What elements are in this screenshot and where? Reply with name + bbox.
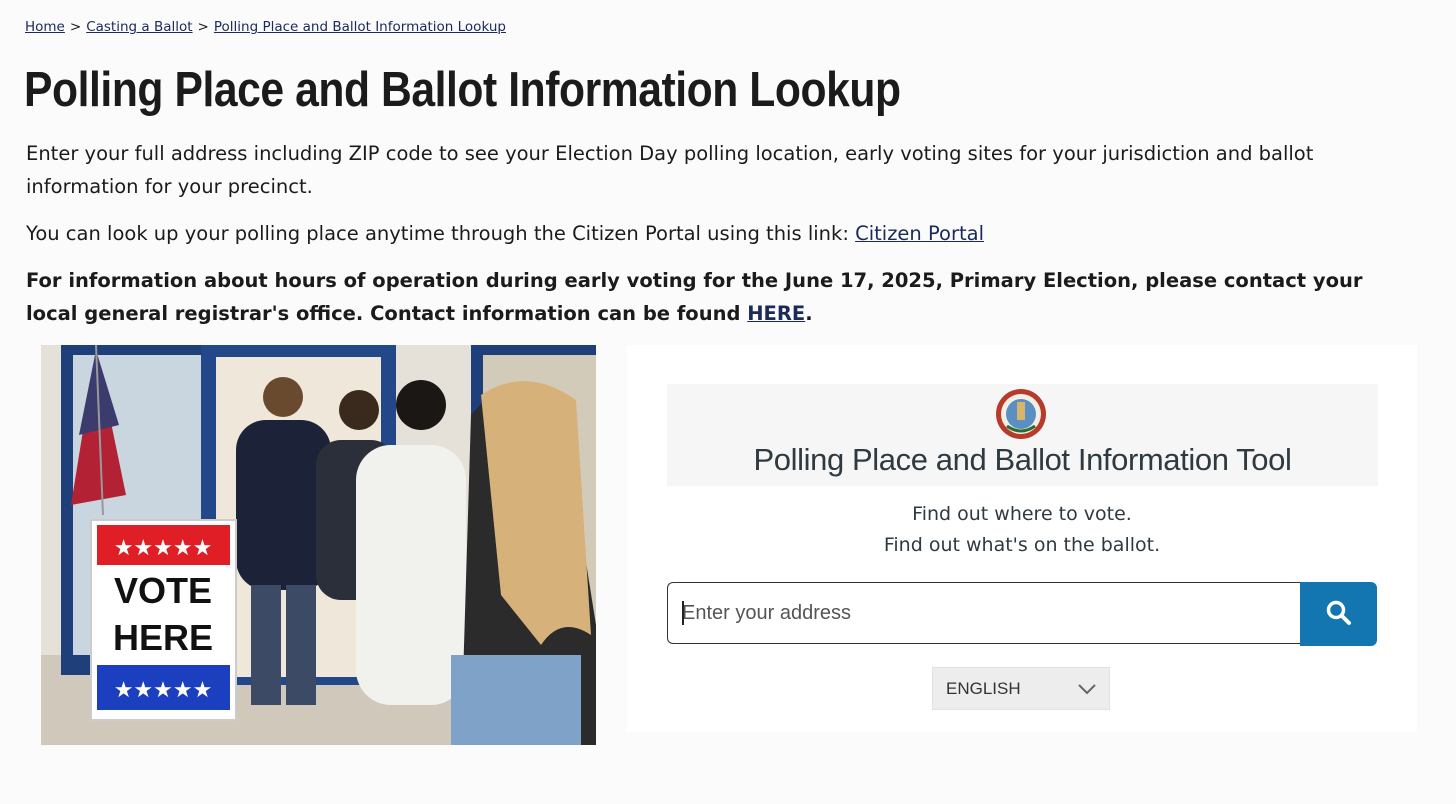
sign-stars-bottom: ★★★★★ — [114, 678, 213, 703]
breadcrumb: Home > Casting a Ballot > Polling Place and … — [25, 19, 506, 35]
voters-photo-illustration: VOTE HERE ★★★★★ ★★★★★ — [41, 345, 596, 745]
page-title: Polling Place and Ballot Information Loo… — [24, 63, 901, 117]
breadcrumb-casting-ballot-link[interactable]: Casting a Ballot — [86, 19, 192, 35]
sign-line1: VOTE — [114, 570, 212, 611]
portal-paragraph: You can look up your polling place anyti… — [26, 217, 984, 250]
sign-stars-top: ★★★★★ — [114, 536, 213, 561]
text-caret — [682, 601, 684, 625]
portal-text: You can look up your polling place anyti… — [26, 222, 856, 245]
breadcrumb-separator: > — [197, 19, 209, 35]
early-voting-notice: For information about hours of operation… — [26, 264, 1406, 330]
chevron-down-icon — [1078, 684, 1096, 695]
registrar-contact-link[interactable]: HERE — [747, 302, 805, 325]
breadcrumb-home-link[interactable]: Home — [25, 19, 65, 35]
address-search-input[interactable] — [667, 582, 1300, 644]
tagline-where: Find out where to vote. — [912, 503, 1132, 525]
virginia-seal-icon — [996, 389, 1046, 439]
search-icon — [1326, 600, 1351, 625]
tool-header: Polling Place and Ballot Information Too… — [667, 384, 1378, 486]
voters-photo: VOTE HERE ★★★★★ ★★★★★ — [41, 345, 596, 745]
intro-text: Enter your full address including ZIP co… — [26, 142, 1314, 198]
tagline-ballot: Find out what's on the ballot. — [883, 534, 1161, 556]
notice-text: For information about hours of operation… — [26, 269, 1363, 325]
citizen-portal-link[interactable]: Citizen Portal — [855, 222, 984, 245]
language-selected: ENGLISH — [946, 679, 1021, 698]
breadcrumb-separator: > — [69, 19, 82, 35]
breadcrumb-current-link[interactable]: Polling Place and Ballot Information Loo… — [214, 19, 506, 35]
polling-tool-card: Polling Place and Ballot Information Too… — [627, 345, 1417, 732]
language-select[interactable]: ENGLISH — [932, 667, 1110, 710]
sign-line2: HERE — [113, 617, 213, 658]
search-button[interactable] — [1300, 582, 1377, 646]
notice-end: . — [805, 302, 813, 325]
tool-title: Polling Place and Ballot Information Too… — [753, 442, 1292, 477]
